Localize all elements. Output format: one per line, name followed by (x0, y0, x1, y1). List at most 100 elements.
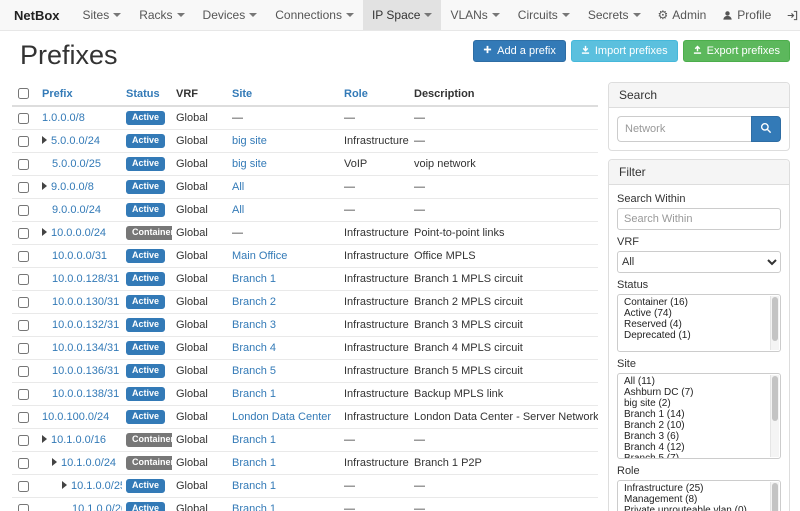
expand-arrow-icon[interactable] (52, 458, 57, 466)
filter-option[interactable]: Deprecated (1) (624, 330, 768, 341)
filter-option[interactable]: Management (8) (624, 494, 768, 505)
column-header-role[interactable]: Role (340, 88, 410, 100)
prefix-link[interactable]: 10.0.0.0/24 (51, 227, 106, 239)
prefix-link[interactable]: 10.0.0.130/31 (52, 296, 119, 308)
filter-option[interactable]: Branch 1 (14) (624, 409, 768, 420)
column-header-prefix[interactable]: Prefix (38, 88, 122, 100)
row-checkbox[interactable] (18, 412, 29, 423)
site-link[interactable]: Branch 3 (232, 319, 276, 331)
row-checkbox[interactable] (18, 159, 29, 170)
search-input[interactable] (617, 116, 751, 142)
filter-option[interactable]: Reserved (4) (624, 319, 768, 330)
row-checkbox[interactable] (18, 435, 29, 446)
role-filter-select[interactable]: Infrastructure (25)Management (8)Private… (617, 480, 781, 511)
prefix-link[interactable]: 10.0.0.136/31 (52, 365, 119, 377)
prefix-link[interactable]: 5.0.0.0/24 (51, 135, 100, 147)
nav-item-connections[interactable]: Connections (266, 0, 363, 30)
row-checkbox[interactable] (18, 228, 29, 239)
nav-item-profile[interactable]: Profile (714, 0, 779, 30)
row-checkbox[interactable] (18, 458, 29, 469)
search-within-input[interactable] (617, 208, 781, 230)
site-link[interactable]: London Data Center (232, 411, 331, 423)
prefix-link[interactable]: 1.0.0.0/8 (42, 112, 85, 124)
site-link[interactable]: big site (232, 135, 267, 147)
nav-item-racks[interactable]: Racks (130, 0, 193, 30)
row-checkbox[interactable] (18, 205, 29, 216)
filter-option[interactable]: Branch 3 (6) (624, 431, 768, 442)
site-link[interactable]: Branch 2 (232, 296, 276, 308)
site-link[interactable]: Branch 1 (232, 388, 276, 400)
site-filter-select[interactable]: All (11)Ashburn DC (7)big site (2)Branch… (617, 373, 781, 459)
prefix-link[interactable]: 5.0.0.0/25 (52, 158, 101, 170)
row-checkbox[interactable] (18, 136, 29, 147)
row-checkbox[interactable] (18, 366, 29, 377)
row-checkbox[interactable] (18, 343, 29, 354)
prefix-link[interactable]: 10.0.0.132/31 (52, 319, 119, 331)
prefix-link[interactable]: 10.1.0.0/25 (71, 480, 122, 492)
filter-option[interactable]: Branch 5 (7) (624, 453, 768, 459)
filter-option[interactable]: Active (74) (624, 308, 768, 319)
search-button[interactable] (751, 116, 781, 142)
prefix-link[interactable]: 10.0.0.134/31 (52, 342, 119, 354)
scrollbar[interactable] (770, 482, 779, 511)
prefix-link[interactable]: 10.1.0.0/24 (61, 457, 116, 469)
site-link[interactable]: Branch 4 (232, 342, 276, 354)
status-filter-select[interactable]: Container (16)Active (74)Reserved (4)Dep… (617, 294, 781, 352)
prefix-link[interactable]: 10.0.0.0/31 (52, 250, 107, 262)
site-link[interactable]: Branch 1 (232, 503, 276, 511)
site-link[interactable]: All (232, 181, 244, 193)
row-checkbox[interactable] (18, 182, 29, 193)
site-link[interactable]: big site (232, 158, 267, 170)
nav-item-ip-space[interactable]: IP Space (363, 0, 441, 30)
netbox-logo[interactable]: NetBox (0, 0, 74, 30)
select-all-checkbox[interactable] (18, 88, 29, 99)
filter-option[interactable]: big site (2) (624, 398, 768, 409)
filter-option[interactable]: Private unrouteable vlan (0) (624, 505, 768, 511)
scrollbar-thumb[interactable] (772, 297, 778, 341)
site-link[interactable]: Branch 1 (232, 273, 276, 285)
nav-item-logout[interactable]: Log out (779, 0, 800, 30)
nav-item-circuits[interactable]: Circuits (509, 0, 579, 30)
site-link[interactable]: Branch 5 (232, 365, 276, 377)
row-checkbox[interactable] (18, 274, 29, 285)
nav-item-sites[interactable]: Sites (74, 0, 131, 30)
column-header-status[interactable]: Status (122, 88, 172, 100)
import-prefixes-button[interactable]: Import prefixes (571, 40, 678, 62)
expand-arrow-icon[interactable] (42, 228, 47, 236)
prefix-link[interactable]: 10.1.0.0/26 (72, 503, 122, 511)
site-link[interactable]: Branch 1 (232, 457, 276, 469)
row-checkbox[interactable] (18, 251, 29, 262)
scrollbar[interactable] (770, 375, 779, 457)
prefix-link[interactable]: 10.0.0.138/31 (52, 388, 119, 400)
row-checkbox[interactable] (18, 320, 29, 331)
scrollbar-thumb[interactable] (772, 376, 778, 421)
row-checkbox[interactable] (18, 504, 29, 511)
filter-option[interactable]: All (11) (624, 376, 768, 387)
nav-item-secrets[interactable]: Secrets (579, 0, 650, 30)
column-header-site[interactable]: Site (228, 88, 340, 100)
site-link[interactable]: Main Office (232, 250, 287, 262)
export-prefixes-button[interactable]: Export prefixes (683, 40, 790, 62)
site-link[interactable]: Branch 1 (232, 434, 276, 446)
prefix-link[interactable]: 10.0.100.0/24 (42, 411, 109, 423)
row-checkbox[interactable] (18, 297, 29, 308)
site-link[interactable]: Branch 1 (232, 480, 276, 492)
row-checkbox[interactable] (18, 389, 29, 400)
expand-arrow-icon[interactable] (42, 435, 47, 443)
filter-option[interactable]: Container (16) (624, 297, 768, 308)
expand-arrow-icon[interactable] (42, 182, 47, 190)
row-checkbox[interactable] (18, 481, 29, 492)
prefix-link[interactable]: 9.0.0.0/24 (52, 204, 101, 216)
row-checkbox[interactable] (18, 113, 29, 124)
nav-item-vlans[interactable]: VLANs (441, 0, 508, 30)
prefix-link[interactable]: 10.1.0.0/16 (51, 434, 106, 446)
nav-item-admin[interactable]: ⚙ Admin (650, 0, 715, 30)
site-link[interactable]: All (232, 204, 244, 216)
prefix-link[interactable]: 10.0.0.128/31 (52, 273, 119, 285)
filter-option[interactable]: Infrastructure (25) (624, 483, 768, 494)
filter-option[interactable]: Branch 2 (10) (624, 420, 768, 431)
expand-arrow-icon[interactable] (42, 136, 47, 144)
prefix-link[interactable]: 9.0.0.0/8 (51, 181, 94, 193)
vrf-select[interactable]: All (617, 251, 781, 273)
expand-arrow-icon[interactable] (62, 481, 67, 489)
